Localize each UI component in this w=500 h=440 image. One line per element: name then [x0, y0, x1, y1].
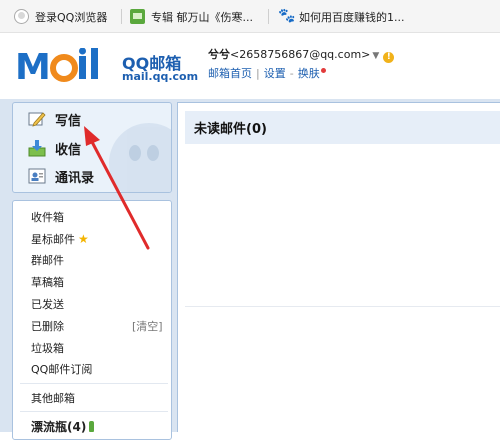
bottle-icon	[89, 421, 95, 432]
mailbox-home-link[interactable]: 邮箱首页	[208, 67, 252, 80]
account-name: 兮兮	[208, 48, 230, 61]
bookmark-divider	[268, 9, 269, 24]
link-divider: -	[289, 67, 294, 80]
bookmark-qq-login[interactable]: 登录QQ浏览器	[14, 0, 107, 33]
account-email: <2658756867@qq.com>	[230, 48, 371, 61]
bookmark-label: 登录QQ浏览器	[35, 10, 108, 24]
folder-drafts[interactable]: 草稿箱	[31, 274, 64, 290]
new-dot-icon	[320, 68, 326, 73]
folder-trash[interactable]: 垃圾箱	[31, 340, 64, 356]
contacts-button[interactable]: 通讯录	[28, 165, 94, 187]
clear-deleted-link[interactable]: [清空]	[132, 318, 163, 334]
inbox-download-icon	[28, 140, 46, 157]
bookmark-baidu[interactable]: 🐾 如何用百度赚钱的1...	[278, 0, 405, 33]
write-mail-label: 写信	[55, 113, 82, 129]
unread-mail-title: 未读邮件(0)	[194, 122, 267, 137]
folder-drift-bottle[interactable]: 漂流瓶(4)	[31, 418, 95, 435]
chevron-down-icon[interactable]: ▼	[372, 51, 379, 61]
bookmark-label: 专辑 郁万山《伤寒...	[151, 10, 253, 24]
folder-other-mailbox[interactable]: 其他邮箱	[31, 390, 75, 406]
pencil-icon	[28, 112, 46, 127]
folder-divider	[20, 411, 168, 412]
alert-badge-icon[interactable]: !	[383, 52, 395, 63]
folder-divider	[20, 383, 168, 384]
bookmarks-bar: 登录QQ浏览器 专辑 郁万山《伤寒... 🐾 如何用百度赚钱的1...	[0, 0, 500, 33]
link-divider: |	[256, 67, 260, 80]
receive-mail-label: 收信	[55, 142, 82, 158]
star-icon: ★	[78, 232, 89, 246]
folder-inbox[interactable]: 收件箱	[31, 209, 64, 225]
account-info: 兮兮<2658756867@qq.com> ▼!	[208, 46, 395, 63]
folder-sent[interactable]: 已发送	[31, 296, 64, 312]
change-skin-link[interactable]: 换肤	[298, 67, 320, 80]
baidu-paw-icon: 🐾	[278, 8, 296, 24]
folder-deleted[interactable]: 已删除	[31, 318, 64, 334]
folder-subscriptions[interactable]: QQ邮件订阅	[31, 361, 92, 377]
folder-starred-label: 星标邮件	[31, 233, 75, 246]
user-avatar-icon	[14, 9, 29, 24]
contacts-label: 通讯录	[55, 170, 95, 186]
content-divider	[185, 306, 500, 307]
folder-group[interactable]: 群邮件	[31, 252, 64, 268]
penguin-watermark-icon	[109, 123, 171, 192]
bookmark-album[interactable]: 专辑 郁万山《伤寒...	[130, 0, 253, 33]
mail-content-area	[177, 102, 500, 432]
folder-starred[interactable]: 星标邮件 ★	[31, 231, 89, 247]
bookmark-divider	[121, 9, 122, 24]
svg-text:M: M	[15, 48, 51, 84]
header-links: 邮箱首页 | 设置 - 换肤	[208, 65, 326, 81]
address-book-icon	[28, 168, 46, 184]
green-book-icon	[130, 9, 145, 24]
receive-mail-button[interactable]: 收信	[28, 137, 81, 159]
brand-domain: mail.qq.com	[122, 70, 199, 83]
qqmail-logo-icon[interactable]: M	[15, 48, 119, 84]
settings-link[interactable]: 设置	[264, 67, 286, 80]
write-mail-button[interactable]: 写信	[28, 108, 81, 130]
bookmark-label: 如何用百度赚钱的1...	[299, 10, 405, 24]
